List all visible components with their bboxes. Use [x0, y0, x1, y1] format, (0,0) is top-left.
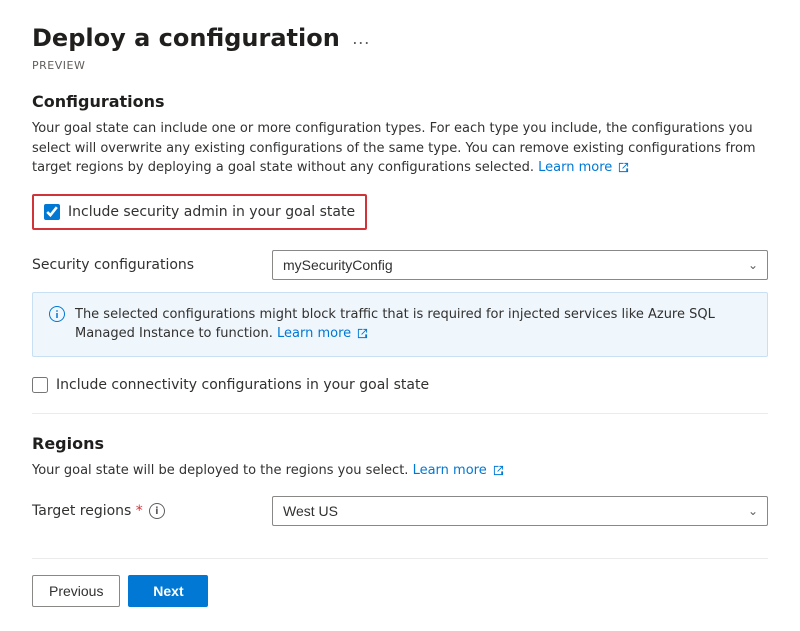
info-box: The selected configurations might block … [32, 292, 768, 357]
target-regions-info-icon[interactable]: i [149, 503, 165, 519]
regions-external-link-icon [493, 465, 504, 476]
security-config-select[interactable]: mySecurityConfig [272, 250, 768, 280]
configurations-learn-more-link[interactable]: Learn more [538, 160, 629, 175]
next-button[interactable]: Next [128, 575, 208, 607]
info-external-link-icon [357, 328, 368, 339]
target-regions-select-container: West US ⌄ [272, 496, 768, 526]
target-regions-select[interactable]: West US [272, 496, 768, 526]
regions-learn-more-link[interactable]: Learn more [413, 463, 504, 478]
info-box-text: The selected configurations might block … [75, 305, 751, 344]
page-title: Deploy a configuration [32, 24, 340, 52]
regions-section-title: Regions [32, 434, 768, 453]
page-header: Deploy a configuration ··· [32, 24, 768, 55]
external-link-icon [618, 162, 629, 173]
configurations-description: Your goal state can include one or more … [32, 119, 768, 178]
section-divider [32, 413, 768, 414]
info-learn-more-link[interactable]: Learn more [277, 326, 368, 341]
connectivity-checkbox-label[interactable]: Include connectivity configurations in y… [56, 377, 429, 393]
security-admin-checkbox-row[interactable]: Include security admin in your goal stat… [32, 194, 367, 230]
info-icon [49, 306, 65, 326]
connectivity-checkbox[interactable] [32, 377, 48, 393]
target-regions-label: Target regions * [32, 503, 143, 519]
security-config-row: Security configurations mySecurityConfig… [32, 250, 768, 280]
ellipsis-button[interactable]: ··· [348, 30, 374, 55]
preview-badge: PREVIEW [32, 59, 768, 72]
required-asterisk: * [136, 503, 143, 519]
security-admin-checkbox-label[interactable]: Include security admin in your goal stat… [68, 204, 355, 220]
security-config-label: Security configurations [32, 257, 272, 273]
security-config-select-container: mySecurityConfig ⌄ [272, 250, 768, 280]
connectivity-checkbox-row[interactable]: Include connectivity configurations in y… [32, 377, 768, 393]
security-admin-checkbox[interactable] [44, 204, 60, 220]
regions-description: Your goal state will be deployed to the … [32, 461, 768, 481]
configurations-section-title: Configurations [32, 92, 768, 111]
previous-button[interactable]: Previous [32, 575, 120, 607]
footer: Previous Next [32, 558, 768, 607]
target-regions-row: Target regions * i West US ⌄ [32, 496, 768, 526]
target-regions-label-group: Target regions * i [32, 503, 272, 519]
